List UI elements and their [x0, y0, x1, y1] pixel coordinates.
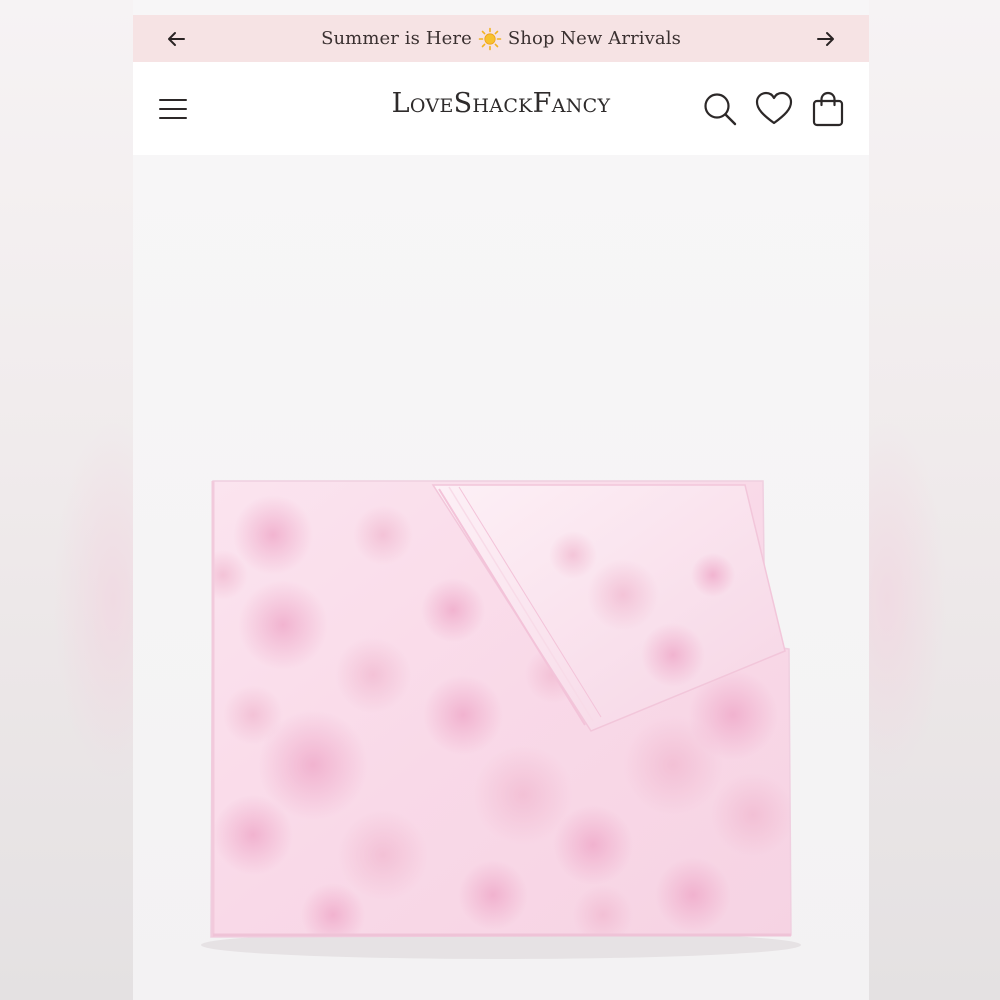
top-spacer [133, 0, 869, 15]
product-image-area[interactable] [133, 155, 869, 1000]
promo-text-before: Summer is Here [321, 28, 472, 49]
sun-icon [478, 27, 502, 51]
arrow-right-icon[interactable] [811, 24, 841, 54]
promo-text-after: Shop New Arrivals [507, 28, 681, 49]
heart-icon[interactable] [755, 90, 793, 128]
shopping-bag-icon[interactable] [809, 90, 847, 128]
product-photo [133, 155, 869, 1000]
promo-text[interactable]: Summer is Here Shop New Arrivals [321, 27, 681, 51]
site-header: LoveShackFancy [133, 62, 869, 155]
header-actions [701, 90, 847, 128]
left-blurred-margin [0, 0, 173, 1000]
right-blurred-margin [827, 0, 1000, 1000]
arrow-left-icon[interactable] [161, 24, 191, 54]
mobile-screen: Summer is Here Shop New Arrivals LoveSha… [133, 0, 869, 1000]
search-icon[interactable] [701, 90, 739, 128]
promo-banner[interactable]: Summer is Here Shop New Arrivals [133, 15, 869, 62]
